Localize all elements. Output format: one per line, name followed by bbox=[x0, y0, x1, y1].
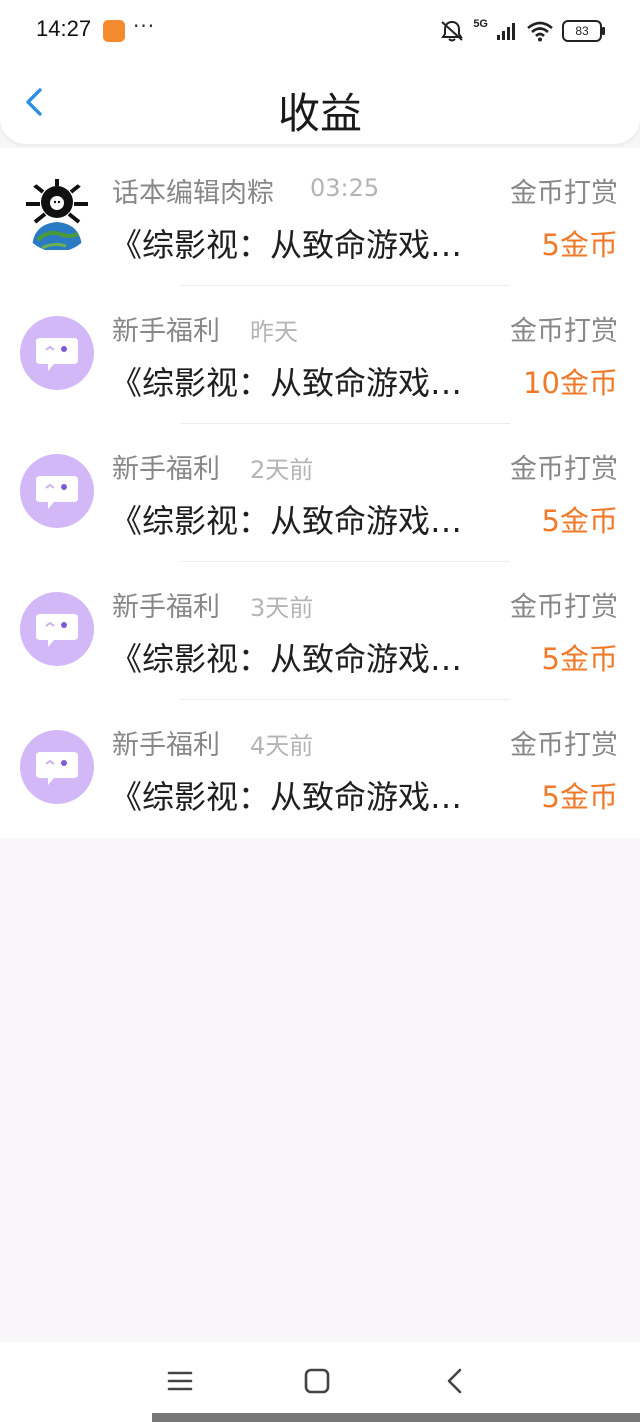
avatar[interactable] bbox=[20, 592, 94, 666]
home-indicator[interactable] bbox=[152, 1413, 640, 1422]
work-title: 《综影视：从致命游戏… bbox=[110, 226, 463, 264]
avatar[interactable] bbox=[20, 178, 94, 252]
list-item[interactable]: 新手福利 3天前 金币打赏 《综影视：从致命游戏… 5金币 bbox=[0, 562, 640, 700]
work-title: 《综影视：从致命游戏… bbox=[110, 640, 463, 678]
work-title: 《综影视：从致命游戏… bbox=[110, 778, 463, 816]
list-item[interactable]: 新手福利 昨天 金币打赏 《综影视：从致命游戏… 10金币 bbox=[0, 286, 640, 424]
battery-icon: 83 bbox=[562, 20, 605, 42]
earning-type: 金币打赏 bbox=[510, 592, 618, 623]
menu-icon[interactable] bbox=[165, 1366, 195, 1396]
earning-type: 金币打赏 bbox=[510, 454, 618, 485]
home-square-icon[interactable] bbox=[302, 1366, 332, 1396]
sender-name: 话本编辑肉粽 bbox=[112, 178, 274, 209]
sender-name: 新手福利 bbox=[112, 592, 220, 623]
sender-name: 新手福利 bbox=[112, 730, 220, 761]
item-time: 4天前 bbox=[250, 732, 314, 760]
header: 收益 bbox=[0, 62, 640, 144]
status-icons: 5G 83 bbox=[439, 18, 605, 44]
chat-bubble-icon bbox=[36, 752, 78, 785]
avatar[interactable] bbox=[20, 454, 94, 528]
sender-name: 新手福利 bbox=[112, 454, 220, 485]
chat-bubble-icon bbox=[36, 614, 78, 647]
wifi-icon bbox=[527, 21, 553, 42]
item-time: 3天前 bbox=[250, 594, 314, 622]
work-title: 《综影视：从致命游戏… bbox=[110, 364, 463, 402]
signal-icon bbox=[497, 23, 515, 40]
work-title: 《综影视：从致命游戏… bbox=[110, 502, 463, 540]
status-bar: 14:27 ··· 5G 83 bbox=[0, 0, 640, 62]
system-nav-bar bbox=[0, 1342, 640, 1422]
item-time: 2天前 bbox=[250, 456, 314, 484]
network-type: 5G bbox=[473, 18, 488, 30]
coin-amount: 10金币 bbox=[523, 366, 618, 400]
list-item[interactable]: 新手福利 4天前 金币打赏 《综影视：从致命游戏… 5金币 bbox=[0, 700, 640, 838]
coin-amount: 5金币 bbox=[541, 228, 618, 262]
earning-type: 金币打赏 bbox=[510, 316, 618, 347]
chat-bubble-icon bbox=[36, 476, 78, 509]
list-item[interactable]: 话本编辑肉粽 03:25 金币打赏 《综影视：从致命游戏… 5金币 bbox=[0, 148, 640, 286]
sender-name: 新手福利 bbox=[112, 316, 220, 347]
item-time: 03:25 bbox=[310, 174, 380, 202]
chat-bubble-icon bbox=[36, 338, 78, 371]
avatar[interactable] bbox=[20, 316, 94, 390]
earning-type: 金币打赏 bbox=[510, 730, 618, 761]
item-time: 昨天 bbox=[250, 318, 298, 346]
coin-amount: 5金币 bbox=[541, 780, 618, 814]
app-notification-icon bbox=[103, 20, 125, 42]
earning-type: 金币打赏 bbox=[510, 178, 618, 209]
more-notifications-icon: ··· bbox=[133, 14, 156, 38]
coin-amount: 5金币 bbox=[541, 504, 618, 538]
back-triangle-icon[interactable] bbox=[440, 1366, 470, 1396]
battery-level: 83 bbox=[575, 24, 589, 38]
avatar[interactable] bbox=[20, 730, 94, 804]
coin-amount: 5金币 bbox=[541, 642, 618, 676]
page-title: 收益 bbox=[277, 89, 362, 138]
earnings-list: 话本编辑肉粽 03:25 金币打赏 《综影视：从致命游戏… 5金币 新手福利 昨… bbox=[0, 148, 640, 838]
status-time: 14:27 bbox=[36, 16, 92, 41]
custom-avatar-icon bbox=[20, 178, 94, 252]
list-item[interactable]: 新手福利 2天前 金币打赏 《综影视：从致命游戏… 5金币 bbox=[0, 424, 640, 562]
mute-icon bbox=[441, 20, 464, 42]
